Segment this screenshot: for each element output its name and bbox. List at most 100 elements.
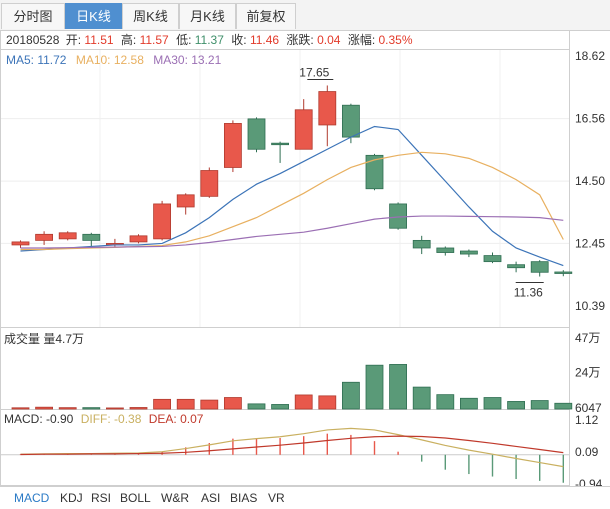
- candle-body: [459, 250, 478, 255]
- candle-body: [318, 91, 337, 126]
- info-close-label: 收:: [231, 33, 246, 47]
- candle-body: [35, 233, 53, 241]
- volume-bar: [35, 406, 53, 410]
- grid-lines: [1, 50, 569, 456]
- ma30-legend: MA30: 13.21: [153, 53, 221, 67]
- indicator-tab-boll[interactable]: BOLL: [120, 491, 151, 505]
- macd-lines: [20, 427, 564, 468]
- volume-bar: [271, 404, 290, 410]
- tab-monthly-k[interactable]: 月K线: [179, 3, 236, 29]
- info-date: 20180528: [6, 33, 60, 47]
- info-high-label: 高:: [121, 32, 136, 47]
- diff-line: [20, 427, 564, 468]
- volume-bar: [507, 401, 526, 410]
- volume-bar: [247, 403, 266, 410]
- tab-daily-k[interactable]: 日K线: [65, 3, 122, 29]
- volume-tick-label: 47万: [575, 331, 600, 345]
- tab-forward-adjusted[interactable]: 前复权: [236, 3, 296, 29]
- ma-lines: [20, 125, 564, 267]
- info-line: 20180528 开: 11.51 高: 11.57 低: 11.37 收: 1…: [6, 32, 413, 47]
- price-tick-label: 18.62: [575, 49, 605, 63]
- macd-legend: MACD: -0.90 DIFF: -0.38 DEA: 0.07: [4, 412, 204, 426]
- price-tick-label: 10.39: [575, 299, 605, 313]
- dea-line: [20, 435, 564, 456]
- candle-body: [483, 255, 502, 263]
- candle-body: [412, 239, 431, 249]
- info-low-value: 11.37: [195, 33, 224, 47]
- candle-body: [389, 203, 408, 229]
- volume-bar: [483, 397, 502, 410]
- volume-bar: [436, 394, 455, 410]
- volume-bars: [11, 364, 573, 410]
- macd-legend-macd: MACD: -0.90: [4, 412, 74, 426]
- info-high-value: 11.57: [140, 33, 169, 47]
- candle-body: [129, 235, 148, 243]
- info-low-label: 低:: [176, 33, 191, 47]
- candle-body: [554, 271, 573, 274]
- volume-bar: [365, 364, 384, 410]
- price-tick-label: 16.56: [575, 112, 605, 126]
- macd-tick-label: 1.12: [575, 413, 599, 427]
- candle-body: [294, 109, 313, 150]
- volume-bar: [153, 398, 172, 410]
- volume-bar: [318, 395, 337, 410]
- info-close-value: 11.46: [250, 33, 279, 47]
- volume-bar: [294, 394, 313, 410]
- tab-intraday[interactable]: 分时图: [1, 3, 65, 29]
- candle-body: [176, 194, 195, 208]
- volume-bar: [412, 386, 431, 410]
- ma-legend: MA5: 11.72 MA10: 12.58 MA30: 13.21: [6, 53, 222, 67]
- price-tick-label: 12.45: [575, 236, 605, 250]
- ma5-line: [20, 125, 564, 267]
- candle-body: [82, 233, 101, 241]
- macd-legend-dea: DEA: 0.07: [149, 412, 204, 426]
- candle-body: [341, 104, 360, 138]
- tab-weekly-k[interactable]: 周K线: [122, 3, 179, 29]
- indicator-tab-wr[interactable]: W&R: [161, 491, 189, 505]
- macd-tick-label: 0.09: [575, 445, 599, 459]
- indicator-tab-kdj[interactable]: KDJ: [60, 491, 83, 505]
- candle-body: [223, 123, 242, 168]
- candle-body: [247, 118, 266, 150]
- indicator-tab-vr[interactable]: VR: [268, 491, 285, 505]
- info-pct-label: 涨幅:: [348, 32, 375, 47]
- macd-legend-diff: DIFF: -0.38: [81, 412, 142, 426]
- volume-bar: [389, 364, 408, 410]
- candle-body: [271, 142, 290, 146]
- period-tab-bar: 分时图 日K线 周K线 月K线 前复权: [0, 0, 610, 31]
- candle-body: [153, 203, 172, 240]
- high-marker-label: 17.65: [299, 65, 329, 79]
- price-tick-label: 14.50: [575, 174, 605, 188]
- ma5-legend: MA5: 11.72: [6, 53, 67, 67]
- candle-body: [11, 241, 30, 246]
- info-open-label: 开:: [66, 33, 81, 47]
- candle-body: [436, 247, 455, 253]
- volume-legend: 成交量 量4.7万: [4, 331, 84, 346]
- volume-bar: [176, 398, 195, 410]
- volume-bar: [129, 407, 148, 410]
- candle-body: [200, 170, 219, 197]
- macd-histogram: [19, 433, 564, 483]
- info-open-value: 11.51: [84, 33, 113, 47]
- info-pct-value: 0.35%: [379, 33, 413, 47]
- macd-tick-label: -0.94: [575, 477, 603, 486]
- ma10-legend: MA10: 12.58: [76, 53, 144, 67]
- volume-bar: [223, 397, 242, 410]
- volume-bar: [200, 399, 219, 410]
- candle-body: [530, 261, 549, 273]
- indicator-tab-macd[interactable]: MACD: [14, 491, 49, 505]
- candle-body: [507, 264, 526, 269]
- kline-chart[interactable]: 20180528 开: 11.51 高: 11.57 低: 11.37 收: 1…: [0, 30, 610, 486]
- indicator-tab-rsi[interactable]: RSI: [91, 491, 111, 505]
- candle-body: [58, 232, 77, 240]
- axis-labels: 18.6216.5614.5012.4510.3947万24万60471.120…: [575, 49, 605, 486]
- indicator-tab-bias[interactable]: BIAS: [230, 491, 257, 505]
- indicator-tab-asi[interactable]: ASI: [201, 491, 220, 505]
- info-change-value: 0.04: [317, 33, 341, 47]
- volume-tick-label: 24万: [575, 366, 600, 380]
- volume-bar: [554, 402, 573, 410]
- volume-bar: [106, 407, 124, 410]
- volume-bar: [82, 407, 101, 410]
- indicator-tab-bar: MACD KDJ RSI BOLL W&R ASI BIAS VR: [0, 486, 610, 509]
- volume-bar: [530, 400, 549, 410]
